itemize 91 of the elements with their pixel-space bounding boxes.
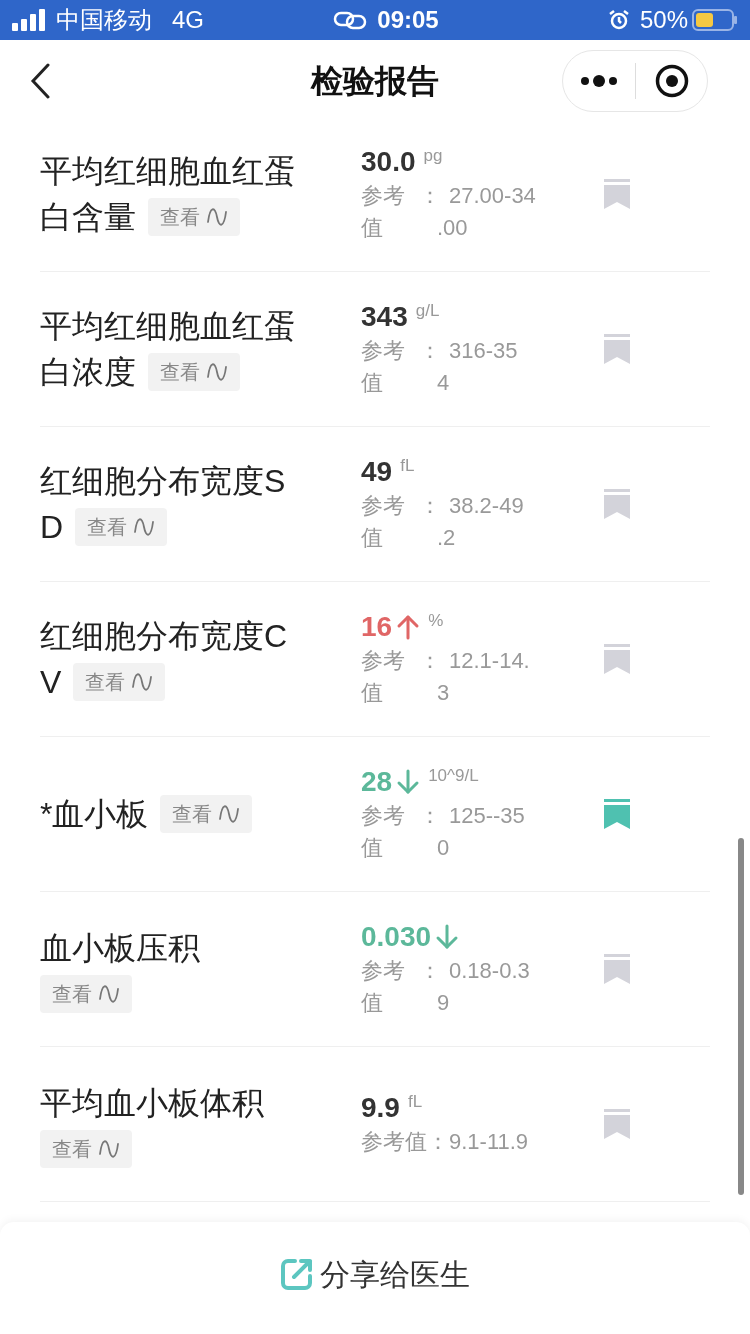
reference-colon: ： [419,337,442,365]
bookmark-icon[interactable] [604,179,630,209]
reference-label: 值 [361,369,384,397]
reference-label: 值 [361,214,384,242]
reference-label: 值 [361,679,384,707]
reference-colon: ： [419,492,442,520]
reference-value: .2 [437,524,456,552]
view-chart-button[interactable]: 查看 [75,508,168,546]
carrier-name: 中国移动 [56,5,152,35]
reference-colon: ： [419,802,442,830]
reference-value: 0 [437,834,450,862]
reference-value: 125--35 [449,802,525,830]
test-name: V [40,663,62,702]
reference-label: 参考 [361,802,406,830]
test-name: 平均红细胞血红蛋 [40,307,296,346]
view-chart-button[interactable]: 查看 [148,198,240,236]
reference-colon: ： [419,647,442,675]
bookmark-icon[interactable] [604,799,630,829]
bookmark-icon[interactable] [604,954,630,984]
wave-icon [206,208,228,226]
unit-label: fL [400,455,415,477]
test-name: D [40,508,64,547]
view-chart-button[interactable]: 查看 [73,663,166,701]
view-chart-button[interactable]: 查看 [160,795,253,833]
bookmark-icon[interactable] [604,644,630,674]
wave-icon [98,1140,120,1158]
more-icon [579,74,619,88]
result-value: 0.030 [361,920,432,954]
test-name: 红细胞分布宽度C [40,617,288,656]
reference-colon: ： [419,182,442,210]
unit-label: g/L [415,300,440,322]
reference-label: 值 [361,524,384,552]
test-name: 白含量 [40,198,136,237]
bookmark-icon[interactable] [604,1109,630,1139]
result-value: 49 [361,455,393,489]
view-chart-button[interactable]: 查看 [40,975,132,1013]
reference-value: 316-35 [449,337,518,365]
reference-value: .00 [437,214,468,242]
reference-value: 9.1-11.9 [449,1128,529,1156]
network-type: 4G [172,5,204,35]
wave-icon [131,673,154,691]
reference-label: 参考 [361,182,406,210]
test-name: 平均血小板体积 [40,1084,264,1123]
reference-value: 12.1-14. [449,647,530,675]
back-chevron-icon [30,63,50,99]
unit-label: pg [423,145,443,167]
reference-label: 参考值： [361,1128,449,1156]
wave-icon [218,805,241,823]
reference-colon: ： [419,957,442,985]
bookmark-icon[interactable] [604,489,630,519]
clock-time: 09:05 [377,5,439,35]
result-value: 343 [361,300,408,334]
link-icon [333,10,368,30]
reference-label: 值 [361,989,384,1017]
result-value: 30.0 [361,145,416,179]
signal-icon [12,9,48,31]
wave-icon [206,363,228,381]
test-name: 平均红细胞血红蛋 [40,152,296,191]
reference-value: 4 [437,369,450,397]
reference-label: 值 [361,834,384,862]
test-name: 白浓度 [40,353,136,392]
bookmark-icon[interactable] [604,334,630,364]
unit-label: 10^9/L [428,765,479,787]
reference-value: 0.18-0.3 [449,957,530,985]
view-chart-button[interactable]: 查看 [148,353,240,391]
battery-percent: 50% [639,5,688,35]
reference-value: 3 [437,679,450,707]
wave-icon [133,518,156,536]
view-chart-button[interactable]: 查看 [40,1130,132,1168]
test-name: *血小板 [40,795,149,834]
result-value: 16 [361,610,393,644]
test-name: 红细胞分布宽度S [40,462,286,501]
page-title: 检验报告 [311,62,439,101]
wave-icon [98,985,120,1003]
battery-icon [692,8,738,32]
reference-value: 9 [437,989,450,1017]
reference-label: 参考 [361,492,406,520]
test-name: 血小板压积 [40,929,200,968]
reference-value: 27.00-34 [449,182,536,210]
share-button[interactable]: 分享给医生 [280,1251,470,1297]
unit-label: fL [407,1091,423,1113]
alarm-clock-icon [607,9,630,31]
unit-label: % [428,610,444,632]
reference-label: 参考 [361,957,406,985]
reference-label: 参考 [361,647,406,675]
result-value: 28 [361,765,393,799]
result-value: 9.9 [361,1091,400,1125]
reference-label: 参考 [361,337,406,365]
share-icon [280,1257,314,1291]
reference-value: 38.2-49 [449,492,524,520]
target-icon [654,64,689,98]
